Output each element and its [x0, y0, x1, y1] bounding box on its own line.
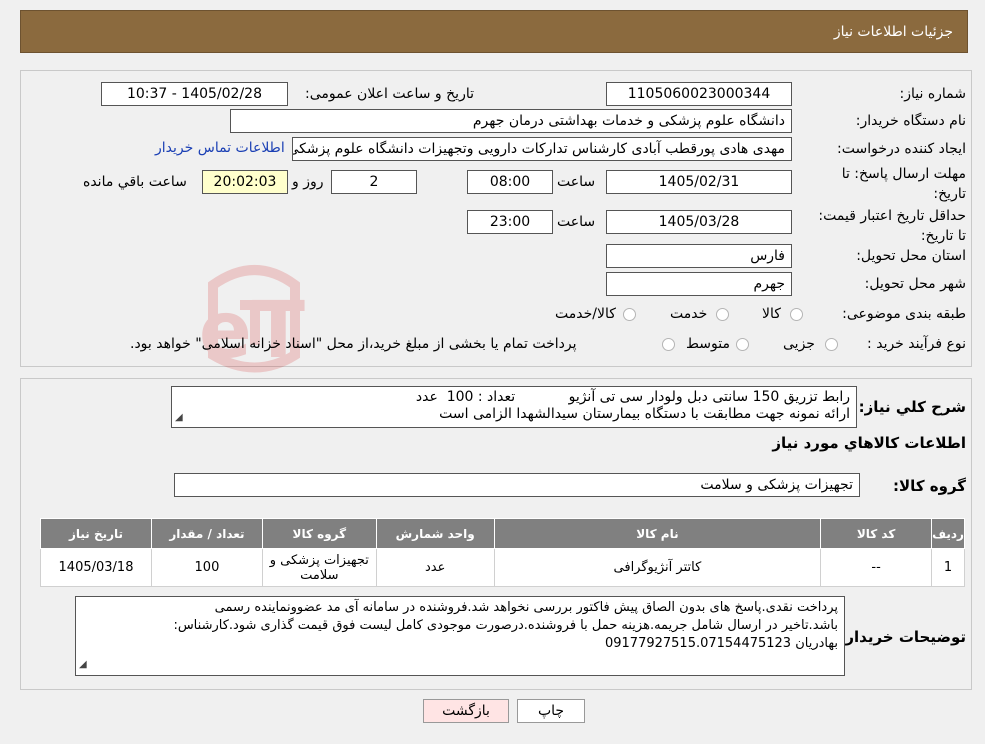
buyer-notes-line-2: باشد.تاخیر در ارسال شامل جریمه.هزینه حمل…: [173, 618, 838, 633]
purchase-type-radio-minor[interactable]: [825, 338, 838, 351]
col-qty: تعداد / مقدار: [151, 518, 263, 549]
remaining-time-field: 20:02:03: [202, 170, 288, 194]
category-radio-goods[interactable]: [790, 308, 803, 321]
deadline-date-field: 1405/02/31: [606, 170, 792, 194]
buyer-notes-line-3: بهادریان 09177927515.07154475123: [604, 636, 838, 651]
price-validity-label: حداقل تاریخ اعتبار قیمت: تا تاریخ:: [818, 208, 966, 244]
category-option-service: خدمت: [670, 306, 708, 322]
buyer-notes-field[interactable]: پرداخت نقدی.پاسخ های بدون الصاق پیش فاکت…: [75, 596, 845, 676]
table-row: 1 -- کاتتر آنژیوگرافی عدد تجهیزات پزشکی …: [39, 548, 965, 587]
purchase-type-option-medium: متوسط: [686, 336, 730, 352]
treasury-checkbox[interactable]: [662, 338, 675, 351]
purchase-type-label: نوع فرآیند خرید :: [867, 336, 966, 352]
cell-date: 1405/03/18: [39, 548, 153, 587]
buyer-contact-link[interactable]: اطلاعات تماس خریدار: [155, 140, 285, 156]
deadline-time-label: ساعت: [557, 174, 596, 190]
goods-group-label: گروه کالا:: [893, 477, 966, 495]
table-header-row: ردیف کد کالا نام کالا واحد شمارش گروه کا…: [39, 518, 965, 549]
cell-row: 1: [931, 548, 965, 587]
creator-field: مهدی هادی پورقطب آبادی کارشناس تدارکات د…: [292, 137, 792, 161]
summary-label: شرح کلي نياز:: [858, 398, 966, 416]
buyer-notes-line-1: پرداخت نقدی.پاسخ های بدون الصاق پیش فاکت…: [214, 600, 838, 615]
cell-group: تجهیزات پزشکی و سلامت: [261, 548, 377, 587]
city-field: جهرم: [606, 272, 792, 296]
cell-unit: عدد: [375, 548, 495, 587]
page-title: جزئیات اطلاعات نیاز: [833, 24, 953, 40]
category-radio-service[interactable]: [716, 308, 729, 321]
creator-label: ایجاد کننده درخواست:: [837, 141, 966, 157]
resize-grip-icon[interactable]: ◢: [175, 409, 183, 426]
buyer-org-label: نام دستگاه خریدار:: [855, 113, 966, 129]
category-radio-goods-service[interactable]: [623, 308, 636, 321]
col-unit: واحد شمارش: [375, 518, 495, 549]
goods-table: ردیف کد کالا نام کالا واحد شمارش گروه کا…: [39, 518, 965, 587]
province-field: فارس: [606, 244, 792, 268]
cell-qty: 100: [151, 548, 263, 587]
cell-code: --: [820, 548, 933, 587]
price-validity-time-field: 23:00: [467, 210, 553, 234]
cell-name: کاتتر آنژیوگرافی: [493, 548, 822, 587]
purchase-type-option-minor: جزیی: [783, 336, 815, 352]
buyer-org-field: دانشگاه علوم پزشکی و خدمات بهداشتی درمان…: [230, 109, 792, 133]
print-button[interactable]: چاپ: [517, 699, 585, 723]
announce-date-field: 1405/02/28 - 10:37: [101, 82, 288, 106]
deadline-label: مهلت ارسال پاسخ: تا تاریخ:: [841, 166, 966, 202]
summary-line-2: ارائه نمونه جهت مطابقت با دستگاه بیمارست…: [439, 406, 850, 422]
resize-grip-icon[interactable]: ◢: [79, 656, 87, 674]
category-label: طبقه بندی موضوعی:: [842, 306, 966, 322]
page-header: جزئیات اطلاعات نیاز: [20, 10, 968, 53]
city-label: شهر محل تحویل:: [864, 276, 966, 292]
need-number-label: شماره نیاز:: [899, 86, 967, 102]
col-group: گروه کالا: [261, 518, 377, 549]
back-button[interactable]: بازگشت: [423, 699, 509, 723]
price-validity-date-field: 1405/03/28: [606, 210, 792, 234]
summary-line-1: رابط تزریق 150 سانتی دبل ولودار سی تی آن…: [415, 389, 850, 405]
remaining-time-label: ساعت باقي مانده: [83, 174, 187, 190]
announce-date-label: تاریخ و ساعت اعلان عمومی:: [305, 86, 474, 102]
col-date: تاریخ نیاز: [39, 518, 153, 549]
category-option-goods: کالا: [762, 306, 781, 322]
purchase-note: پرداخت تمام یا بخشی از مبلغ خرید،از محل …: [130, 336, 577, 352]
days-and-label: روز و: [292, 174, 324, 190]
col-name: نام کالا: [493, 518, 822, 549]
category-option-goods-service: کالا/خدمت: [555, 306, 616, 322]
province-label: استان محل تحویل:: [856, 248, 966, 264]
purchase-type-radio-medium[interactable]: [736, 338, 749, 351]
col-row: ردیف: [931, 518, 965, 549]
goods-group-field: تجهیزات پزشکی و سلامت: [174, 473, 860, 497]
deadline-time-field: 08:00: [467, 170, 553, 194]
buyer-notes-label: توضیحات خریدار:: [839, 628, 966, 646]
col-code: کد کالا: [820, 518, 933, 549]
goods-section-title: اطلاعات کالاهاي مورد نياز: [772, 434, 966, 452]
price-validity-time-label: ساعت: [557, 214, 596, 230]
days-remaining-field: 2: [331, 170, 417, 194]
summary-field[interactable]: رابط تزریق 150 سانتی دبل ولودار سی تی آن…: [171, 386, 857, 428]
need-number-field: 1105060023000344: [606, 82, 792, 106]
